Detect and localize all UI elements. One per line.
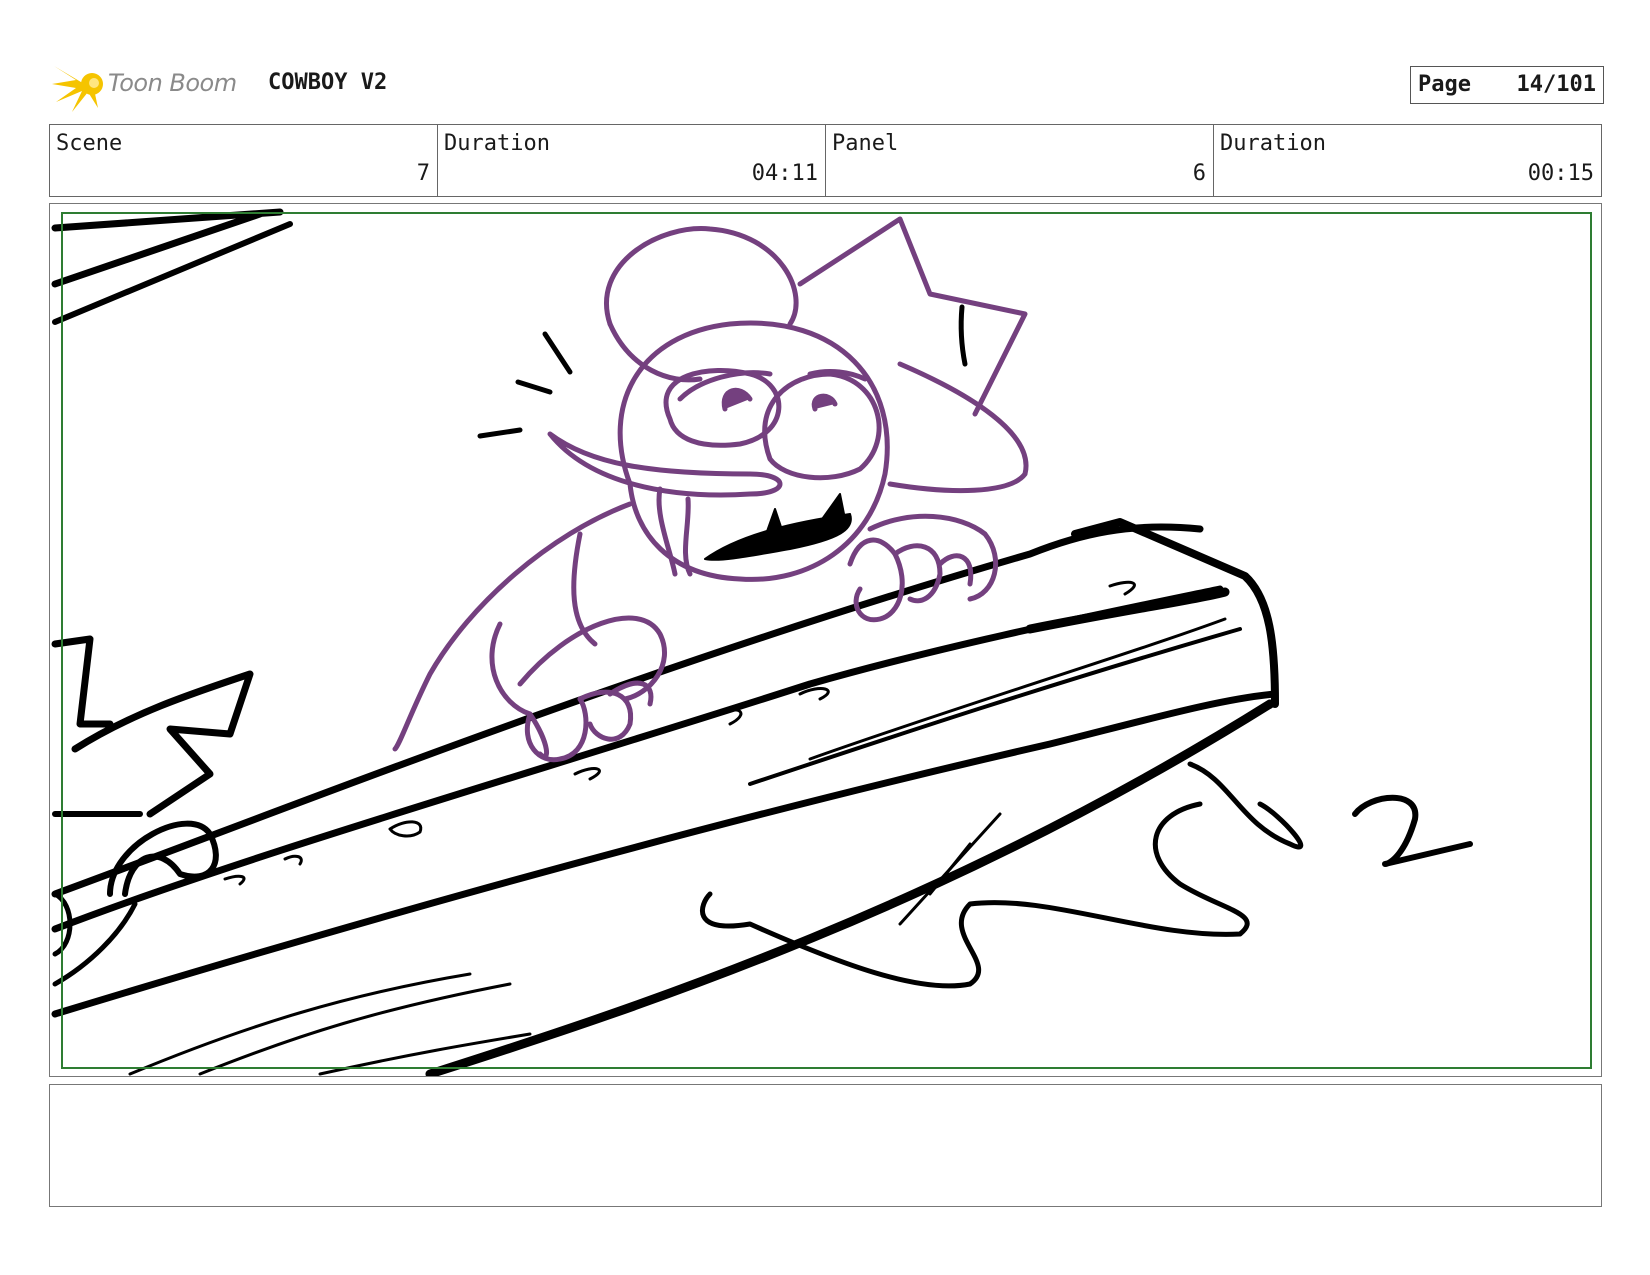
- toon-boom-logo-icon: [52, 66, 103, 112]
- panel-value: 6: [1192, 161, 1206, 186]
- scene-value: 7: [416, 161, 430, 186]
- page-indicator: Page 14/101: [1410, 66, 1604, 104]
- scene-label: Scene: [56, 131, 123, 156]
- panel-cell: Panel 6: [826, 125, 1214, 196]
- panel-sketch: [51, 208, 1473, 1076]
- project-title: COWBOY V2: [268, 70, 388, 95]
- panel-duration-value: 00:15: [1527, 161, 1594, 186]
- storyboard-header: Toon Boom COWBOY V2 Page 14/101: [52, 56, 1610, 112]
- page-number: 14/101: [1516, 72, 1596, 97]
- scene-duration-cell: Duration 04:11: [438, 125, 826, 196]
- page-label: Page: [1418, 72, 1471, 97]
- logo-text: Toon Boom: [108, 69, 237, 97]
- scene-duration-label: Duration: [444, 131, 550, 156]
- toon-boom-logo: Toon Boom: [52, 58, 252, 112]
- panel-info-row: Scene 7 Duration 04:11 Panel 6 Duration …: [49, 124, 1602, 197]
- panel-label: Panel: [832, 131, 899, 156]
- scene-cell: Scene 7: [50, 125, 438, 196]
- panel-duration-label: Duration: [1220, 131, 1326, 156]
- background-ink-lines: [51, 208, 1473, 1076]
- storyboard-panel: [49, 203, 1602, 1077]
- panel-duration-cell: Duration 00:15: [1214, 125, 1601, 196]
- scene-duration-value: 04:11: [751, 161, 818, 186]
- panel-notes-box: [49, 1084, 1602, 1207]
- character-sketch: [392, 216, 1029, 763]
